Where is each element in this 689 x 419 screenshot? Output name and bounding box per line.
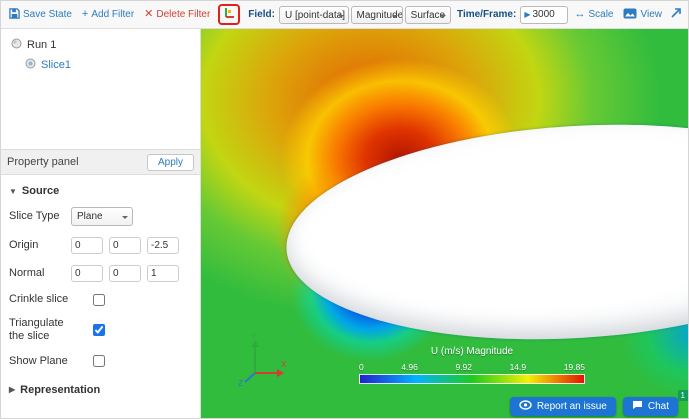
axes-triad: Y X Z [233, 331, 289, 392]
property-panel-body: ▼ Source Slice Type Plane Origin Normal [1, 175, 200, 418]
show-plane-row: Show Plane [9, 355, 192, 368]
chat-icon [632, 400, 643, 413]
color-legend: U (m/s) Magnitude 0 4.96 9.92 14.9 19.85 [359, 346, 585, 384]
plus-icon: + [81, 8, 89, 20]
field-label: Field: [248, 9, 275, 20]
scale-label: Scale [588, 9, 614, 20]
main-area: Run 1 Slice1 Property panel Apply ▼ Sour… [1, 29, 688, 418]
add-filter-button[interactable]: + Add Filter [78, 7, 138, 22]
crinkle-slice-row: Crinkle slice [9, 293, 192, 306]
legend-tick: 19.85 [563, 362, 585, 372]
legend-tick: 9.92 [455, 362, 472, 372]
legend-tick: 14.9 [509, 362, 527, 372]
view-label: View [640, 9, 662, 20]
slice-type-label: Slice Type [9, 209, 60, 222]
save-icon [9, 7, 20, 22]
source-section-label: Source [21, 185, 60, 197]
crinkle-slice-checkbox[interactable] [93, 293, 105, 306]
time-frame-group: ▶ [520, 5, 569, 24]
cfd-stagnation-region [276, 169, 376, 299]
component-select[interactable]: Magnitude [350, 5, 403, 24]
axis-y-label: Y [251, 332, 257, 341]
pipeline-item-label: Slice1 [41, 59, 71, 71]
pipeline-item-label: Run 1 [27, 39, 57, 51]
normal-input-x[interactable] [71, 265, 103, 282]
scalar-bar-toggle-button[interactable] [221, 6, 237, 23]
delete-filter-label: Delete Filter [156, 9, 211, 20]
pipeline-node-icon [25, 58, 36, 72]
play-icon[interactable]: ▶ [524, 10, 530, 19]
add-filter-label: Add Filter [91, 9, 135, 20]
slice-type-select[interactable]: Plane [71, 207, 133, 226]
arrows-horizontal-icon: ↔ [574, 8, 586, 20]
cfd-cool-region [291, 221, 451, 361]
legend-ticks: 0 4.96 9.92 14.9 19.85 [359, 362, 585, 372]
representation-section-label: Representation [20, 383, 101, 396]
view-button[interactable]: View [619, 6, 666, 24]
legend-tick: 4.96 [401, 362, 418, 372]
expand-button[interactable] [668, 6, 684, 23]
toolbar: Save State + Add Filter ✕ Delete Filter … [1, 1, 688, 29]
save-state-label: Save State [23, 9, 72, 20]
airfoil-body [280, 108, 688, 356]
pipeline-item-run1[interactable]: Run 1 [7, 35, 194, 55]
representation-select[interactable]: Surface [404, 5, 452, 24]
field-select[interactable]: U [point-data] [278, 5, 349, 24]
caret-right-icon: ▶ [9, 385, 16, 395]
axis-x-label: X [281, 360, 287, 369]
normal-row: Normal [9, 265, 192, 282]
representation-section-header[interactable]: ▶ Representation [9, 384, 192, 396]
show-plane-label: Show Plane [9, 354, 68, 367]
cfd-hot-core [281, 59, 521, 259]
axes-icon [223, 7, 235, 22]
time-frame-input[interactable] [532, 9, 565, 20]
caret-down-icon: ▼ [9, 186, 17, 196]
pipeline-panel: Run 1 Slice1 [1, 29, 200, 149]
pipeline-node-icon [11, 38, 22, 52]
chat-label: Chat [647, 401, 669, 412]
expand-icon [670, 7, 682, 22]
annotation-highlight [218, 4, 241, 25]
cfd-hot-region [201, 29, 661, 319]
slice-type-row: Slice Type Plane [9, 207, 192, 226]
origin-label: Origin [9, 238, 39, 251]
report-issue-label: Report an issue [536, 401, 607, 412]
crinkle-slice-label: Crinkle slice [9, 293, 69, 305]
property-panel-title: Property panel [7, 156, 79, 168]
floating-buttons: Report an issue Chat [509, 397, 678, 416]
app-window: Save State + Add Filter ✕ Delete Filter … [0, 0, 689, 419]
x-icon: ✕ [144, 8, 154, 20]
origin-row: Origin [9, 237, 192, 254]
show-plane-checkbox[interactable] [93, 355, 105, 368]
report-issue-button[interactable]: Report an issue [509, 397, 616, 416]
delete-filter-button[interactable]: ✕ Delete Filter [140, 7, 214, 22]
image-icon [623, 8, 637, 22]
render-viewport[interactable]: U (m/s) Magnitude 0 4.96 9.92 14.9 19.85 [201, 29, 688, 418]
axis-z-label: Z [238, 379, 243, 387]
pipeline-item-slice1[interactable]: Slice1 [7, 55, 194, 75]
property-panel-header: Property panel Apply [1, 149, 200, 175]
origin-input-z[interactable] [147, 237, 179, 254]
report-icon [519, 400, 532, 413]
apply-button[interactable]: Apply [146, 153, 194, 171]
normal-label: Normal [9, 266, 45, 279]
normal-input-y[interactable] [109, 265, 141, 282]
origin-input-y[interactable] [109, 237, 141, 254]
time-frame-label: Time/Frame: [457, 9, 517, 20]
legend-tick: 0 [359, 362, 364, 372]
source-section-header[interactable]: ▼ Source [9, 185, 192, 197]
scale-button[interactable]: ↔ Scale [570, 7, 617, 22]
normal-input-z[interactable] [147, 265, 179, 282]
triangulate-checkbox[interactable] [93, 324, 105, 337]
notification-badge[interactable]: 1 [677, 390, 688, 401]
triangulate-row: Triangulate the slice [9, 317, 192, 343]
sidebar: Run 1 Slice1 Property panel Apply ▼ Sour… [1, 29, 201, 418]
legend-title: U (m/s) Magnitude [430, 346, 514, 357]
triangulate-label: Triangulate the slice [9, 317, 64, 343]
save-state-button[interactable]: Save State [5, 6, 76, 24]
legend-color-bar [359, 374, 585, 384]
origin-input-x[interactable] [71, 237, 103, 254]
chat-button[interactable]: Chat [622, 397, 678, 416]
cfd-wake-region [621, 269, 688, 399]
